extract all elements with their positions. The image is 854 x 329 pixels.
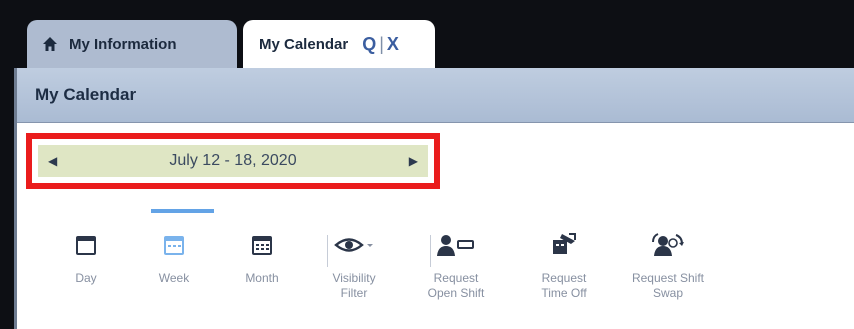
visibility-filter-label: Visibility Filter <box>332 271 376 300</box>
tab-tools-separator: | <box>379 33 384 54</box>
week-view-label: Week <box>158 271 190 285</box>
request-open-shift-button[interactable]: Request Open Shift <box>416 225 496 301</box>
week-view-button[interactable]: Week <box>134 225 214 286</box>
date-range-navigator: ◀ July 12 - 18, 2020 ▶ <box>38 145 428 177</box>
user-request-icon <box>416 225 496 265</box>
request-time-off-label: Request Time Off <box>541 271 587 300</box>
day-view-button[interactable]: Day <box>46 225 126 286</box>
home-icon <box>41 35 59 53</box>
calendar-month-icon <box>222 225 302 265</box>
shift-swap-icon <box>622 225 714 265</box>
calendar-day-icon <box>46 225 126 265</box>
month-view-label: Month <box>245 271 279 285</box>
request-open-shift-label: Request Open Shift <box>427 271 485 300</box>
search-icon[interactable]: Q <box>362 34 376 55</box>
tab-my-calendar[interactable]: My Calendar Q | X <box>243 20 435 68</box>
panel-title: My Calendar <box>17 68 854 123</box>
next-week-button[interactable]: ▶ <box>409 154 418 168</box>
visibility-filter-button[interactable]: Visibility Filter <box>314 225 394 301</box>
date-range-highlight: ◀ July 12 - 18, 2020 ▶ <box>26 133 440 189</box>
request-shift-swap-label: Request Shift Swap <box>631 271 705 300</box>
request-time-off-button[interactable]: Request Time Off <box>524 225 604 301</box>
eye-icon <box>314 225 394 265</box>
week-selected-indicator <box>151 209 214 213</box>
month-view-button[interactable]: Month <box>222 225 302 286</box>
request-shift-swap-button[interactable]: Request Shift Swap <box>622 225 714 301</box>
tab-my-information-label: My Information <box>69 35 177 53</box>
close-icon[interactable]: X <box>387 34 399 55</box>
day-view-label: Day <box>75 271 97 285</box>
previous-week-button[interactable]: ◀ <box>48 154 57 168</box>
date-range-label[interactable]: July 12 - 18, 2020 <box>169 152 296 170</box>
tab-my-calendar-label: My Calendar <box>259 35 349 53</box>
calendar-week-icon <box>134 225 214 265</box>
tab-bar: My Information My Calendar Q | X <box>0 0 854 68</box>
time-off-icon <box>524 225 604 265</box>
tab-my-information[interactable]: My Information <box>27 20 237 68</box>
